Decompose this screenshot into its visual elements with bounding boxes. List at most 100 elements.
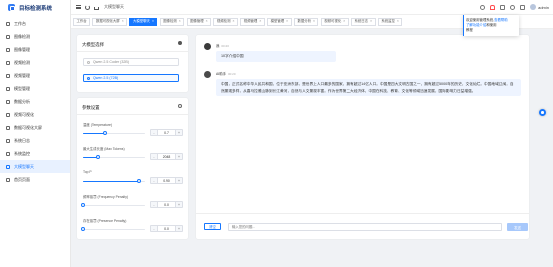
stepper-value[interactable]: 0.0 xyxy=(158,203,175,207)
param-stepper[interactable]: -0.0 + xyxy=(150,225,183,232)
decrement-button[interactable]: - xyxy=(151,226,158,231)
sidebar-item[interactable]: 视频检测 xyxy=(0,56,70,69)
sidebar-item-label: 视频可视化 xyxy=(14,111,34,117)
decrement-button[interactable]: - xyxy=(151,202,158,207)
sidebar-item[interactable]: 数据可视化大屏 xyxy=(0,121,70,134)
sidebar-item[interactable]: 系统监控 xyxy=(0,147,70,160)
sidebar-item[interactable]: 图像检测 xyxy=(0,30,70,43)
increment-button[interactable]: + xyxy=(175,226,182,231)
user-avatar[interactable] xyxy=(530,4,537,10)
tab[interactable]: 工作台 xyxy=(73,17,91,26)
slider-handle[interactable] xyxy=(102,130,107,136)
decrement-button[interactable]: - xyxy=(151,154,158,159)
param-stepper[interactable]: -2048 + xyxy=(150,153,183,160)
stepper-value[interactable]: 0.0 xyxy=(158,227,175,231)
refresh-icon[interactable] xyxy=(85,4,90,10)
sidebar-item[interactable]: 视频管理 xyxy=(0,69,70,82)
settings-icon[interactable] xyxy=(520,4,526,10)
stepper-value[interactable]: 0.7 xyxy=(158,131,175,135)
notification-line-3: 教程 xyxy=(466,28,473,32)
tab[interactable]: 大模型聊天 × xyxy=(129,17,158,26)
clear-chat-button[interactable]: 清空 xyxy=(204,223,221,230)
username[interactable]: admin xyxy=(538,5,549,10)
fullscreen-icon[interactable] xyxy=(500,4,506,10)
notification-accent-bar xyxy=(463,15,465,36)
tab[interactable]: 数据分析 × xyxy=(293,17,319,26)
tab[interactable]: 图像检测 × xyxy=(159,17,185,26)
decrement-button[interactable]: - xyxy=(151,130,158,135)
tab[interactable]: 系统日志 × xyxy=(351,17,376,26)
sidebar-item[interactable]: 视频可视化 xyxy=(0,108,70,121)
close-icon[interactable]: × xyxy=(313,18,315,25)
tab[interactable]: 视频检测 × xyxy=(213,17,238,26)
close-icon[interactable]: × xyxy=(397,18,399,25)
help-link[interactable]: 查看帮助 xyxy=(494,18,508,22)
close-icon[interactable]: × xyxy=(206,18,208,25)
model-option[interactable]: Qwen 2.5 (72B) xyxy=(83,74,179,82)
tab-label: 图像检测 xyxy=(163,19,177,23)
tab[interactable]: 图像管理 × xyxy=(186,17,212,26)
stepper-value[interactable]: 2048 xyxy=(158,155,175,159)
stepper-value[interactable]: 0.90 xyxy=(158,179,175,183)
sidebar-item[interactable]: 模型管理 xyxy=(0,82,70,95)
tab[interactable]: 视频管理 × xyxy=(240,17,265,26)
tab[interactable]: 视频可视化 × xyxy=(320,17,349,26)
param-slider[interactable] xyxy=(83,154,145,160)
search-icon[interactable] xyxy=(480,4,486,10)
tab[interactable]: 系统监控 × xyxy=(377,17,403,26)
slider-handle[interactable] xyxy=(80,226,86,232)
sidebar-item[interactable]: 大模型聊天 xyxy=(0,160,70,173)
slider-handle[interactable] xyxy=(136,178,142,184)
notification-bell-icon[interactable] xyxy=(490,4,496,10)
close-icon[interactable]: × xyxy=(370,18,372,25)
app-title: 目标检测系统 xyxy=(19,5,53,12)
theme-icon[interactable] xyxy=(510,4,516,10)
close-icon[interactable]: × xyxy=(232,18,234,25)
send-button[interactable]: 发送 xyxy=(507,223,528,231)
slider-handle[interactable] xyxy=(80,202,86,208)
info-icon[interactable] xyxy=(178,41,182,45)
ai-avatar-icon xyxy=(204,71,211,78)
increment-button[interactable]: + xyxy=(175,130,182,135)
param-slider[interactable] xyxy=(83,178,145,184)
param-slider[interactable] xyxy=(80,226,145,232)
assistant-float-button[interactable] xyxy=(539,109,546,116)
chat-input[interactable] xyxy=(228,223,502,231)
sidebar-item[interactable]: 图像管理 xyxy=(0,43,70,56)
param-stepper[interactable]: -0.0 + xyxy=(150,201,183,208)
tab-label: 视频可视化 xyxy=(324,19,342,23)
sidebar-item[interactable]: 首页页面 xyxy=(0,173,70,186)
close-icon[interactable]: × xyxy=(259,18,261,25)
tab[interactable]: 模型管理 × xyxy=(267,17,292,26)
intro-link[interactable]: 了解功能介绍 xyxy=(466,23,486,27)
collapse-menu-icon[interactable] xyxy=(76,5,81,9)
model-card-title: 大模型选择 xyxy=(82,42,104,47)
param-slider[interactable] xyxy=(80,202,145,208)
gear-icon[interactable] xyxy=(178,104,182,108)
param-slider[interactable] xyxy=(83,130,145,136)
increment-button[interactable]: + xyxy=(175,178,182,183)
tab-label: 视频管理 xyxy=(243,19,258,23)
param-stepper[interactable]: -0.7 + xyxy=(150,129,183,136)
decrement-button[interactable]: - xyxy=(151,178,158,183)
close-icon[interactable]: × xyxy=(343,18,345,25)
tab[interactable]: 数据可视化大屏 × xyxy=(92,17,128,26)
param-label: 频率惩罚 (Frequency Penalty) xyxy=(83,195,129,199)
param-stepper[interactable]: -0.90 + xyxy=(150,177,183,184)
notification-popover: 欢迎使用管理系统,查看帮助 了解功能介绍和使用 教程 xyxy=(463,15,519,36)
sidebar-item[interactable]: 系统日志 xyxy=(0,134,70,147)
sidebar-item[interactable]: 数据分析 xyxy=(0,95,70,108)
increment-button[interactable]: + xyxy=(175,154,182,159)
message-time: 00:20 xyxy=(228,72,236,76)
close-icon[interactable]: × xyxy=(179,18,181,25)
increment-button[interactable]: + xyxy=(175,202,182,207)
close-icon[interactable]: × xyxy=(152,18,154,25)
slider-handle[interactable] xyxy=(95,154,101,160)
params-card-title: 参数设置 xyxy=(82,105,100,110)
close-icon[interactable]: × xyxy=(122,18,124,25)
model-option[interactable]: Qwen 2.5 Coder (32B) xyxy=(83,58,179,66)
sidebar-item[interactable]: 工作台 xyxy=(0,17,70,30)
home-icon[interactable] xyxy=(94,6,99,10)
close-icon[interactable]: × xyxy=(286,18,288,25)
sidebar-item-label: 系统日志 xyxy=(14,137,30,143)
